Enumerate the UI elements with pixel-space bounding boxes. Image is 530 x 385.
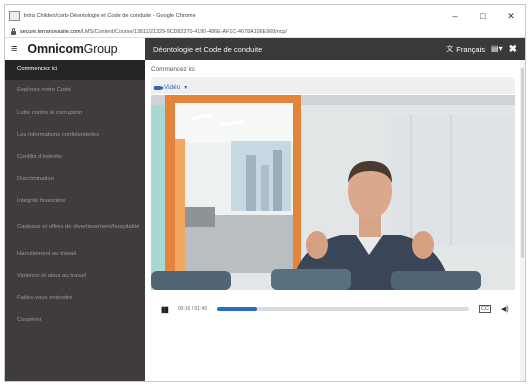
city-building bbox=[261, 165, 269, 211]
language-label: Français bbox=[456, 44, 486, 54]
sidebar-item-commencez-ici[interactable]: Commencez ici bbox=[5, 60, 145, 80]
city-building bbox=[246, 155, 256, 211]
city-building bbox=[273, 150, 282, 211]
brand-area: ≡ OmnicomGroup bbox=[5, 38, 145, 60]
sidebar-item-integrite-financiere[interactable]: Intégrité financière bbox=[5, 191, 145, 213]
window-titlebar: Intra Childen/corb-Déontologie et Code d… bbox=[5, 5, 525, 27]
language-selector[interactable]: 文 Français bbox=[446, 44, 485, 54]
sidebar-item-cooperer[interactable]: Coopérer bbox=[5, 310, 145, 332]
sidebar-item-conflits[interactable]: Conflits d'intérêts bbox=[5, 147, 145, 169]
minimize-button[interactable]: – bbox=[441, 5, 469, 27]
url-path: /LMS/Content/Course/13811/21329-9CD82270… bbox=[80, 29, 287, 35]
breadcrumb: Commencez ici bbox=[151, 66, 195, 73]
omnicom-logo: OmnicomGroup bbox=[27, 42, 118, 56]
video-still bbox=[151, 95, 515, 290]
video-progress-bar[interactable] bbox=[217, 307, 470, 311]
page-title: Déontologie et Code de conduite bbox=[153, 44, 263, 54]
sidebar-item-discrimination[interactable]: Discrimination bbox=[5, 169, 145, 191]
sidebar-item-explorez-notre-code[interactable]: Explorez notre Code bbox=[5, 80, 145, 102]
app-header: ≡ OmnicomGroup Déontologie et Code de co… bbox=[5, 38, 525, 60]
page-favicon-icon bbox=[9, 11, 20, 21]
door-edge bbox=[175, 139, 185, 273]
sidebar-item-informations-confidentielles[interactable]: Les informations confidentielles bbox=[5, 124, 145, 146]
video-label: Vidéo bbox=[164, 84, 181, 91]
translate-icon: 文 bbox=[446, 46, 454, 53]
presenter-right-hand bbox=[412, 231, 434, 259]
sidebar-item-cadeaux[interactable]: Cadeaux et offres de divertissement/hosp… bbox=[5, 213, 145, 243]
sidebar-item-faites-vous-entendre[interactable]: Faites-vous entendre bbox=[5, 288, 145, 310]
sidebar-item-corruption[interactable]: Lutte contre la corruption bbox=[5, 102, 145, 124]
video-dropdown[interactable]: Vidéo ▼ bbox=[151, 81, 515, 94]
scrollbar-thumb[interactable] bbox=[521, 68, 524, 258]
page-scrollbar[interactable] bbox=[520, 60, 525, 381]
video-controls: ▮▮ 00:16 / 01:49 CC ◀) bbox=[151, 298, 515, 320]
window-controls: – □ ✕ bbox=[441, 5, 525, 27]
chair-back bbox=[151, 271, 231, 290]
chair-back bbox=[391, 271, 481, 290]
sidebar-item-violence[interactable]: Violence et abus au travail bbox=[5, 265, 145, 287]
pause-icon[interactable]: ▮▮ bbox=[161, 305, 169, 314]
video-camera-icon bbox=[154, 85, 164, 90]
wall-panel bbox=[391, 115, 515, 245]
presenter-left-hand bbox=[306, 231, 328, 259]
main-area: Commencez ici Explorez notre Code Lutte … bbox=[5, 60, 525, 381]
window-title: Intra Childen/corb-Déontologie et Code d… bbox=[23, 13, 196, 19]
document-menu-icon[interactable]: ▤▾ bbox=[491, 45, 503, 53]
course-sidebar: Commencez ici Explorez notre Code Lutte … bbox=[5, 60, 145, 381]
video-time: 00:16 / 01:49 bbox=[177, 306, 208, 312]
chevron-down-icon: ▼ bbox=[183, 84, 189, 91]
hamburger-menu-icon[interactable]: ≡ bbox=[11, 43, 17, 55]
video-frame[interactable] bbox=[151, 95, 515, 290]
volume-icon[interactable]: ◀) bbox=[501, 305, 509, 313]
content-pane: Commencez ici Vidéo ▼ ▮▮ 00:16 / 01:49 C… bbox=[145, 60, 525, 381]
url-text[interactable]: secure.terranovasite.com/LMS/Content/Cou… bbox=[20, 29, 287, 35]
maximize-button[interactable]: □ bbox=[469, 5, 497, 27]
sidebar-item-harcelement[interactable]: Harcèlement au travail bbox=[5, 243, 145, 265]
close-course-icon[interactable]: ✖ bbox=[509, 44, 517, 55]
chair-back bbox=[271, 269, 351, 290]
header-actions: 文 Français ▤▾ ✖ bbox=[446, 44, 525, 55]
lock-icon bbox=[11, 28, 16, 35]
close-window-button[interactable]: ✕ bbox=[497, 5, 525, 27]
browser-window: Intra Childen/corb-Déontologie et Code d… bbox=[4, 4, 526, 382]
office-desk bbox=[185, 207, 215, 227]
url-host: secure.terranovasite.com bbox=[20, 29, 81, 35]
address-bar[interactable]: secure.terranovasite.com/LMS/Content/Cou… bbox=[5, 27, 525, 38]
video-progress-fill bbox=[217, 307, 258, 311]
closed-captions-button[interactable]: CC bbox=[479, 305, 491, 313]
